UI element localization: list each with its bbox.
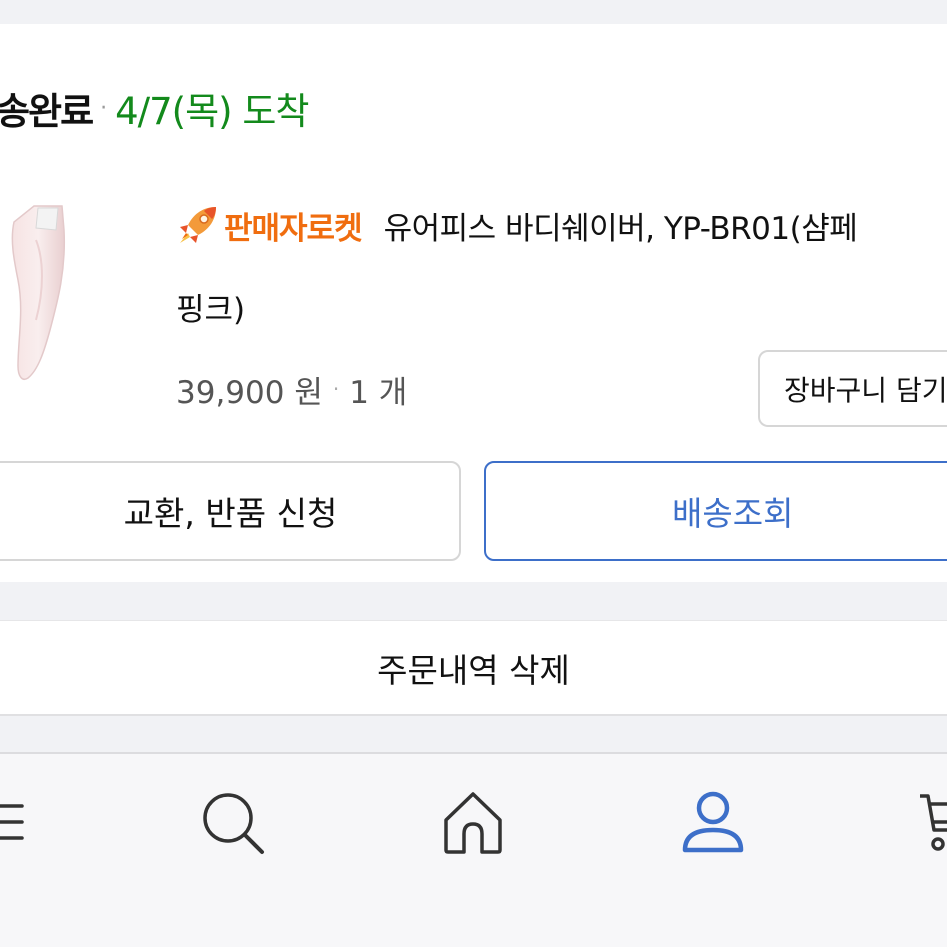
cart-icon[interactable] [918,790,947,856]
product-title-line[interactable]: 판매자로켓 유어피스 바디쉐이버, YP-BR01(샴페 [176,200,858,250]
exchange-return-button[interactable]: 교환, 반품 신청 [0,461,461,561]
seller-rocket-badge: 판매자로켓 [224,210,363,247]
product-quantity: 1 개 [349,374,408,411]
product-name-continued[interactable]: 핑크) [176,284,245,329]
status-separator: · [100,95,108,121]
order-card: 송완료 · 4/7(목) 도착 판매자로켓 유어피스 바디쉐이버, YP-BR0… [0,24,947,582]
delete-order-button[interactable]: 주문내역 삭제 [0,620,947,716]
product-price: 39,900 원 [176,374,323,411]
product-name[interactable]: 유어피스 바디쉐이버, YP-BR01(샴페 [384,203,858,248]
order-detail-page: 송완료 · 4/7(목) 도착 판매자로켓 유어피스 바디쉐이버, YP-BR0… [0,0,947,947]
rocket-icon [180,207,216,243]
menu-icon[interactable] [0,790,30,854]
user-icon[interactable] [680,790,746,856]
add-to-cart-button[interactable]: 장바구니 담기 [758,350,947,427]
track-delivery-button[interactable]: 배송조회 [484,461,947,561]
product-thumbnail[interactable] [0,200,66,384]
quantity-separator: · [332,377,340,401]
home-icon[interactable] [442,790,504,856]
delivery-status-line: 송완료 · 4/7(목) 도착 [0,82,309,134]
arrival-date: 4/7(목) 도착 [115,90,309,133]
search-icon[interactable] [200,790,266,856]
price-quantity: 39,900 원 · 1 개 [176,364,407,414]
delivery-status: 송완료 [0,90,94,133]
bottom-tab-bar [0,752,947,947]
